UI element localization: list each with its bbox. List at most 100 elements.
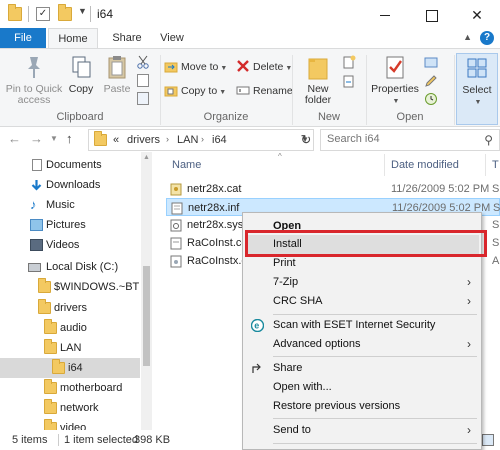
menu-separator xyxy=(273,356,477,357)
nav-item-windows-bt[interactable]: $WINDOWS.~BT xyxy=(0,277,140,297)
nav-item-music[interactable]: ♪ Music xyxy=(0,195,140,215)
chevron-right-icon[interactable]: › xyxy=(166,134,169,144)
menu-item-open-with[interactable]: Open with... xyxy=(245,378,479,397)
title-bar: ✓ ▼ i64 ✕ xyxy=(0,0,500,30)
chevron-right-icon[interactable]: › xyxy=(201,134,204,144)
nav-item-audio[interactable]: audio xyxy=(0,318,140,338)
eset-icon: e xyxy=(250,318,265,333)
up-arrow-icon[interactable]: ↑ xyxy=(66,131,73,146)
nav-pane-scrollbar[interactable]: ▲ xyxy=(141,152,152,430)
new-folder-quick-icon[interactable] xyxy=(58,4,72,21)
nav-item-drivers[interactable]: drivers xyxy=(0,298,140,318)
paste-shortcut-icon[interactable] xyxy=(137,92,149,105)
address-bar[interactable]: « drivers › LAN › i64 ▼ xyxy=(88,129,314,151)
nav-item-downloads[interactable]: Downloads xyxy=(0,175,140,195)
file-row[interactable]: netr28x.cat 11/26/2009 5:02 PM S xyxy=(166,180,500,198)
properties-quick-icon[interactable]: ✓ xyxy=(36,7,50,21)
move-to-button[interactable]: Move to ▼ xyxy=(164,59,227,75)
menu-item-restore-previous-versions[interactable]: Restore previous versions xyxy=(245,397,479,416)
history-icon[interactable] xyxy=(424,92,438,106)
submenu-arrow-icon: › xyxy=(467,423,471,437)
divider xyxy=(58,434,59,446)
copy-to-button[interactable]: Copy to ▼ xyxy=(164,83,226,99)
nav-item-video[interactable]: video xyxy=(0,418,140,430)
recent-locations-icon[interactable]: ▼ xyxy=(50,134,58,143)
column-header-date-modified[interactable]: Date modified xyxy=(391,159,459,171)
breadcrumb-drivers[interactable]: drivers xyxy=(127,134,160,146)
close-button[interactable]: ✕ xyxy=(454,0,500,30)
menu-separator xyxy=(273,314,477,315)
copy-button[interactable]: Copy xyxy=(64,53,98,95)
menu-item-share[interactable]: Share xyxy=(245,359,479,378)
search-input[interactable] xyxy=(327,133,467,145)
cut-icon[interactable] xyxy=(136,55,150,69)
breadcrumb-lan[interactable]: LAN xyxy=(177,134,198,146)
back-arrow-icon[interactable]: ← xyxy=(8,131,21,146)
divider xyxy=(28,6,29,22)
tab-share[interactable]: Share xyxy=(104,28,150,48)
breadcrumb-overflow[interactable]: « xyxy=(113,134,119,146)
clipboard-group-label: Clipboard xyxy=(56,111,104,123)
nav-item-i64[interactable]: i64 xyxy=(0,358,140,378)
menu-item-advanced-options[interactable]: Advanced options › xyxy=(245,335,479,354)
edit-icon[interactable] xyxy=(424,74,438,88)
dll-file-icon xyxy=(170,255,182,268)
properties-icon xyxy=(381,53,409,81)
column-header-name[interactable]: Name xyxy=(172,159,201,171)
new-folder-button[interactable]: New folder xyxy=(298,53,338,106)
nav-item-pictures[interactable]: Pictures xyxy=(0,215,140,235)
scrollbar-thumb[interactable] xyxy=(143,266,150,366)
menu-item-crc-sha[interactable]: CRC SHA › xyxy=(245,292,479,311)
column-header-type[interactable]: T xyxy=(492,159,499,171)
open-icon[interactable] xyxy=(424,55,438,69)
nav-item-videos[interactable]: Videos xyxy=(0,235,140,255)
maximize-button[interactable] xyxy=(408,0,454,30)
divider xyxy=(384,154,385,176)
nav-item-motherboard[interactable]: motherboard xyxy=(0,378,140,398)
easy-access-icon[interactable] xyxy=(342,74,356,88)
tab-view[interactable]: View xyxy=(150,28,194,48)
copy-icon xyxy=(67,53,95,81)
delete-icon xyxy=(236,59,250,73)
menu-item-eset-scan[interactable]: e Scan with ESET Internet Security xyxy=(245,316,479,335)
documents-icon xyxy=(32,159,42,171)
pin-to-quick-access-button[interactable]: Pin to Quick access xyxy=(4,53,64,106)
folder-icon xyxy=(8,4,22,21)
help-icon[interactable]: ? xyxy=(480,31,494,45)
dropdown-arrow-icon: ▼ xyxy=(219,89,227,96)
nav-item-documents[interactable]: Documents xyxy=(0,155,140,175)
paste-button[interactable]: Paste xyxy=(100,53,134,95)
tab-home[interactable]: Home xyxy=(48,28,98,48)
nav-item-lan[interactable]: LAN xyxy=(0,338,140,358)
menu-item-send-to[interactable]: Send to › xyxy=(245,421,479,440)
collapse-ribbon-icon[interactable]: ▲ xyxy=(463,32,472,42)
breadcrumb-i64[interactable]: i64 xyxy=(212,134,227,146)
search-box[interactable]: ⚲ xyxy=(320,129,500,151)
window-title: i64 xyxy=(97,7,114,21)
delete-button[interactable]: Delete ▼ xyxy=(236,59,292,75)
new-item-icon[interactable] xyxy=(342,55,356,69)
paste-icon xyxy=(103,53,131,81)
nav-item-local-disk[interactable]: Local Disk (C:) xyxy=(0,257,140,277)
rename-button[interactable]: Rename xyxy=(236,83,293,99)
navigation-pane: Documents Downloads ♪ Music Pictures Vid… xyxy=(0,152,152,430)
nav-item-network[interactable]: network xyxy=(0,398,140,418)
organize-group-label: Organize xyxy=(203,111,249,123)
forward-arrow-icon[interactable]: → xyxy=(30,131,43,146)
select-button[interactable]: Select ▼ xyxy=(456,53,498,125)
properties-button[interactable]: Properties ▼ xyxy=(370,53,420,107)
menu-item-7zip[interactable]: 7-Zip › xyxy=(245,273,479,292)
pin-icon xyxy=(20,53,48,81)
tab-file[interactable]: File xyxy=(0,28,46,48)
scroll-up-icon[interactable]: ▲ xyxy=(143,154,150,161)
divider xyxy=(454,55,455,125)
open-group-label: Open xyxy=(396,111,424,123)
svg-text:e: e xyxy=(254,321,259,331)
refresh-icon[interactable]: ↻ xyxy=(296,129,316,151)
quick-access-dropdown-icon[interactable]: ▼ xyxy=(78,6,87,16)
minimize-button[interactable] xyxy=(362,0,408,30)
large-icons-view-icon[interactable] xyxy=(482,434,494,446)
submenu-arrow-icon: › xyxy=(467,275,471,289)
submenu-arrow-icon: › xyxy=(467,294,471,308)
copy-path-icon[interactable] xyxy=(137,74,149,87)
